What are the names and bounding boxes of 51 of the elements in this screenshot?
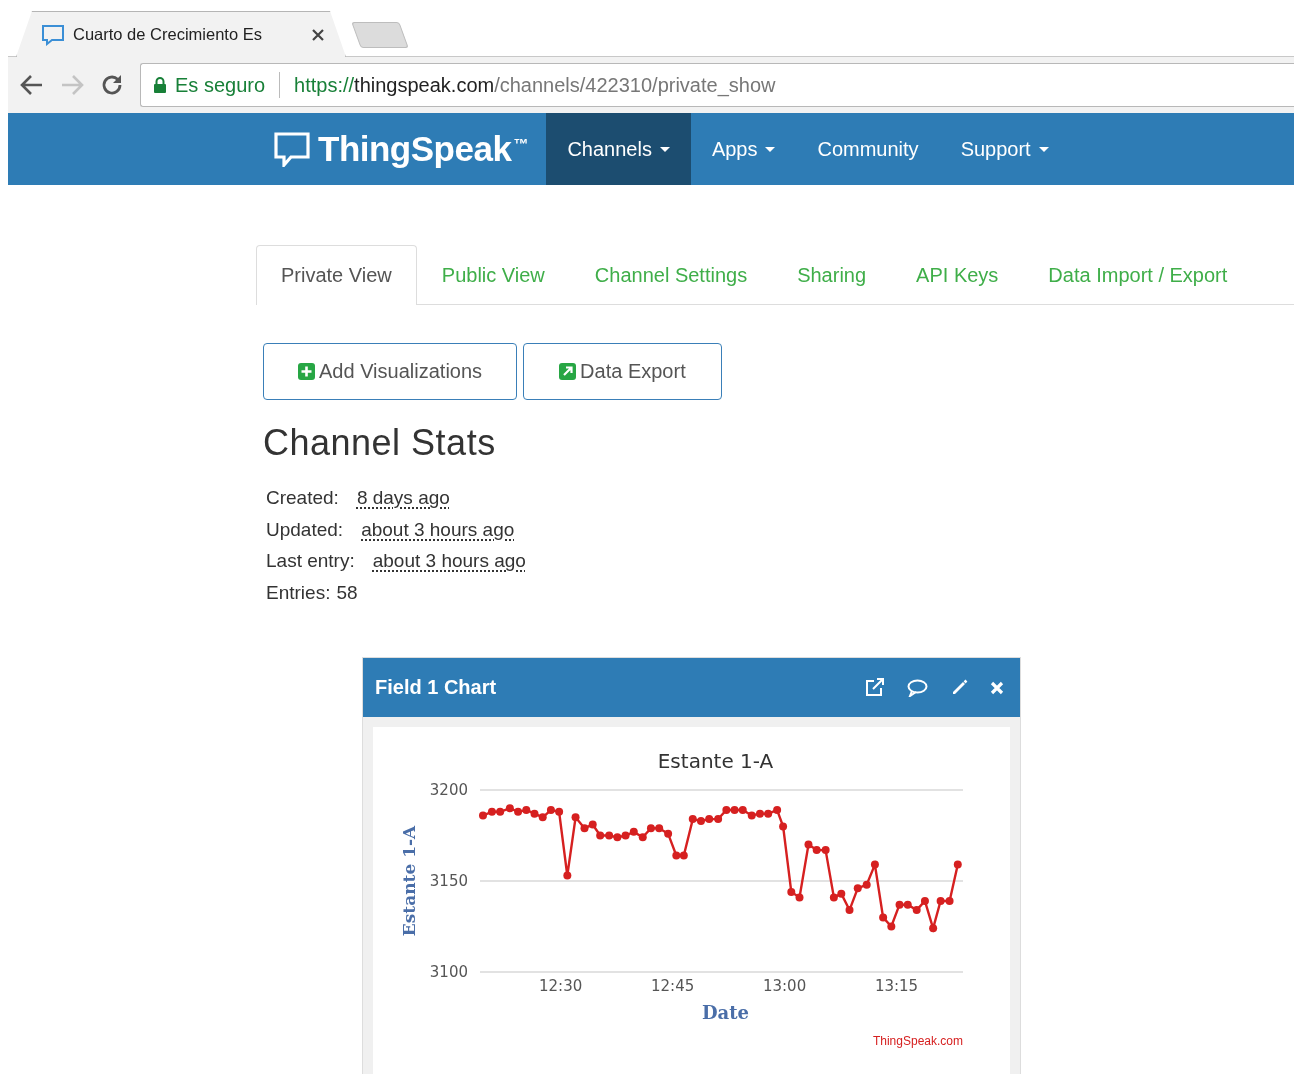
nav-menu-item[interactable]: Apps — [690, 113, 797, 185]
speech-bubble-icon[interactable] — [907, 678, 928, 697]
channel-tab[interactable]: Private View — [256, 245, 417, 305]
channel-tab[interactable]: API Keys — [891, 245, 1024, 305]
lock-icon — [153, 76, 167, 94]
axis-tick-label: 12:30 — [539, 977, 583, 995]
nav-menu-item[interactable]: Support — [939, 113, 1070, 185]
axis-title: Estante 1-A — [399, 825, 419, 937]
stat-value: about 3 hours ago — [372, 549, 526, 573]
tab-title: Cuarto de Crecimiento Es — [73, 25, 263, 44]
nav-menu-item[interactable]: Community — [796, 113, 940, 185]
browser-tab[interactable]: Cuarto de Crecimiento Es — [16, 11, 346, 57]
action-button[interactable]: Add Visualizations — [263, 343, 518, 400]
axis-tick-label: 13:15 — [874, 977, 919, 995]
pencil-icon[interactable] — [950, 678, 968, 697]
channel-tab[interactable]: Channel Settings — [569, 245, 773, 305]
external-link-icon — [559, 363, 577, 380]
nav-menu-item[interactable]: Channels — [546, 113, 691, 185]
back-arrow-icon[interactable] — [20, 74, 44, 96]
axis-tick-label: 12:45 — [651, 977, 695, 995]
stat-label: Last entry: — [266, 549, 355, 573]
axis-tick-label: 3100 — [429, 963, 468, 981]
stat-value: about 3 hours ago — [361, 517, 515, 542]
panel-title: Field 1 Chart — [375, 676, 498, 699]
credit-link[interactable]: ThingSpeak.com — [872, 1034, 963, 1048]
stat-value: 58 — [336, 580, 358, 605]
stat-label: Created: — [266, 486, 339, 510]
channel-tab[interactable]: Data Import / Export — [1023, 245, 1253, 305]
url-text: https://thingspeak.com/channels/422310/private_show — [294, 73, 776, 97]
action-button[interactable]: Data Export — [523, 343, 722, 400]
plus-square-icon — [298, 363, 315, 380]
security-label: Es seguro — [175, 73, 266, 97]
trademark-mark: ™ — [513, 135, 529, 152]
channel-tab[interactable]: Public View — [416, 245, 570, 305]
stat-label: Entries: — [266, 580, 331, 605]
brand-name[interactable]: ThingSpeak — [318, 129, 512, 169]
external-link-icon[interactable] — [865, 678, 885, 697]
chart-title: Estante 1-A — [657, 749, 774, 773]
speech-bubble-icon — [274, 131, 310, 167]
address-bar[interactable]: Es seguro https://thingspeak.com/channels/422310/private_show — [140, 63, 1294, 107]
axis-tick-label: 3200 — [429, 781, 468, 799]
axis-tick-label: 3150 — [429, 872, 468, 890]
reload-icon[interactable] — [100, 73, 124, 97]
channel-tab[interactable]: Sharing — [772, 245, 892, 305]
axis-tick-label: 13:00 — [762, 977, 807, 995]
close-icon[interactable] — [311, 27, 325, 42]
stat-value: 8 days ago — [356, 486, 450, 510]
section-heading: Channel Stats — [263, 422, 497, 464]
axis-title: Date — [702, 1002, 749, 1023]
speech-bubble-icon — [41, 23, 65, 46]
stat-label: Updated: — [266, 517, 344, 542]
